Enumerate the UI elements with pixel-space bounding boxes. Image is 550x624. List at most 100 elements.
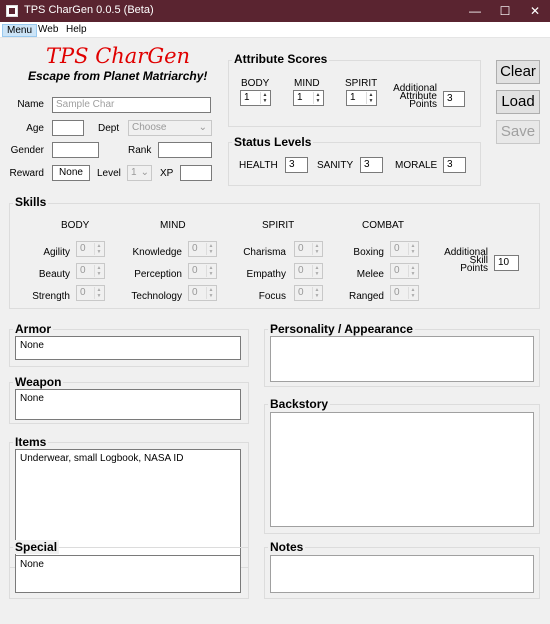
empathy-value: 0: [298, 265, 304, 276]
age-input[interactable]: [52, 120, 84, 136]
level-select: 1 ⌄: [127, 165, 152, 181]
xp-label: XP: [160, 168, 174, 179]
maximize-button[interactable]: ☐: [490, 0, 520, 22]
load-button[interactable]: Load: [496, 90, 540, 114]
spin-arrows-icon[interactable]: ▲ ▼: [260, 92, 269, 104]
close-button[interactable]: ✕: [520, 0, 550, 22]
focus-label: Focus: [258, 291, 286, 302]
additional-attribute-points-input[interactable]: 3: [443, 91, 465, 107]
morale-input[interactable]: 3: [443, 157, 466, 173]
special-input[interactable]: None: [15, 555, 241, 593]
agility-label: Agility: [43, 247, 70, 258]
spin-arrows-icon: ▲ ▼: [206, 243, 215, 255]
notes-title: Notes: [268, 540, 306, 554]
menu-item-web[interactable]: Web: [34, 24, 62, 37]
knowledge-spinner: 0 ▲ ▼: [188, 241, 217, 257]
chevron-down-icon: ⌄: [140, 167, 149, 178]
spin-arrows-icon: ▲ ▼: [206, 287, 215, 299]
health-input[interactable]: 3: [285, 157, 308, 173]
menu-item-help[interactable]: Help: [62, 24, 91, 37]
charisma-value: 0: [298, 243, 304, 254]
spin-arrows-icon: ▲ ▼: [312, 243, 321, 255]
armor-input[interactable]: None: [15, 336, 241, 360]
knowledge-label: Knowledge: [132, 247, 182, 258]
melee-spinner: 0 ▲ ▼: [390, 263, 419, 279]
agility-spinner: 0 ▲ ▼: [76, 241, 105, 257]
boxing-spinner: 0 ▲ ▼: [390, 241, 419, 257]
spirit-attr-spinner[interactable]: 1 ▲ ▼: [346, 90, 377, 106]
health-label: HEALTH: [239, 160, 278, 171]
gender-input[interactable]: [52, 142, 99, 158]
melee-label: Melee: [356, 269, 384, 280]
app-icon: [6, 5, 18, 17]
spin-arrows-icon[interactable]: ▲ ▼: [366, 92, 375, 104]
rank-input[interactable]: [158, 142, 212, 158]
clear-button[interactable]: Clear: [496, 60, 540, 84]
spin-arrows-icon: ▲ ▼: [312, 265, 321, 277]
ranged-value: 0: [394, 287, 400, 298]
technology-label: Technology: [131, 291, 182, 302]
boxing-value: 0: [394, 243, 400, 254]
additional-skill-points-input[interactable]: 10: [494, 255, 519, 271]
sanity-input[interactable]: 3: [360, 157, 383, 173]
charisma-label: Charisma: [243, 247, 286, 258]
beauty-value: 0: [80, 265, 86, 276]
charisma-spinner: 0 ▲ ▼: [294, 241, 323, 257]
rank-label: Rank: [128, 145, 152, 156]
strength-spinner: 0 ▲ ▼: [76, 285, 105, 301]
mind-attr-label: MIND: [294, 78, 320, 89]
status-levels-title: Status Levels: [232, 135, 314, 149]
menu-bar: Menu Web Help: [0, 22, 550, 38]
special-title: Special: [13, 540, 60, 554]
knowledge-value: 0: [192, 243, 198, 254]
spin-arrows-icon[interactable]: ▲ ▼: [313, 92, 322, 104]
mind-attr-spinner[interactable]: 1 ▲ ▼: [293, 90, 324, 106]
spin-arrows-icon: ▲ ▼: [408, 287, 417, 299]
xp-input[interactable]: [180, 165, 212, 181]
name-input[interactable]: Sample Char: [52, 97, 211, 113]
name-label: Name: [17, 99, 44, 110]
weapon-input[interactable]: None: [15, 389, 241, 420]
technology-spinner: 0 ▲ ▼: [188, 285, 217, 301]
main-panel: TPS CharGen Escape from Planet Matriarch…: [0, 38, 550, 624]
backstory-input[interactable]: [270, 412, 534, 527]
age-label: Age: [26, 123, 44, 134]
armor-title: Armor: [13, 322, 54, 336]
reward-input[interactable]: None: [52, 165, 90, 181]
personality-input[interactable]: [270, 336, 534, 382]
agility-value: 0: [80, 243, 86, 254]
reward-label: Reward: [9, 168, 44, 179]
app-subtitle: Escape from Planet Matriarchy!: [28, 69, 208, 83]
menu-item-menu[interactable]: Menu: [2, 24, 38, 37]
spirit-attr-value: 1: [350, 92, 356, 103]
notes-input[interactable]: [270, 555, 534, 593]
window-title: TPS CharGen 0.0.5 (Beta): [24, 4, 154, 16]
sanity-label: SANITY: [317, 160, 354, 171]
spirit-attr-label: SPIRIT: [345, 78, 378, 89]
dept-select: Choose ⌄: [128, 120, 212, 136]
body-attr-value: 1: [244, 92, 250, 103]
beauty-label: Beauty: [38, 269, 70, 280]
spin-arrows-icon: ▲ ▼: [408, 265, 417, 277]
beauty-spinner: 0 ▲ ▼: [76, 263, 105, 279]
focus-value: 0: [298, 287, 304, 298]
weapon-title: Weapon: [13, 375, 64, 389]
technology-value: 0: [192, 287, 198, 298]
items-title: Items: [13, 435, 49, 449]
body-attr-spinner[interactable]: 1 ▲ ▼: [240, 90, 271, 106]
melee-value: 0: [394, 265, 400, 276]
body-attr-label: BODY: [241, 78, 270, 89]
minimize-button[interactable]: —: [460, 0, 490, 22]
spin-arrows-icon: ▲ ▼: [94, 265, 103, 277]
dept-label: Dept: [98, 123, 120, 134]
app-title: TPS CharGen: [46, 44, 191, 68]
additional-skill-points-label: Additional Skill Points: [436, 248, 488, 274]
perception-label: Perception: [134, 269, 182, 280]
title-bar: TPS CharGen 0.0.5 (Beta) — ☐ ✕: [0, 0, 550, 22]
empathy-spinner: 0 ▲ ▼: [294, 263, 323, 279]
personality-title: Personality / Appearance: [268, 322, 415, 336]
empathy-label: Empathy: [246, 269, 286, 280]
spin-arrows-icon: ▲ ▼: [408, 243, 417, 255]
strength-value: 0: [80, 287, 86, 298]
backstory-title: Backstory: [268, 397, 331, 411]
